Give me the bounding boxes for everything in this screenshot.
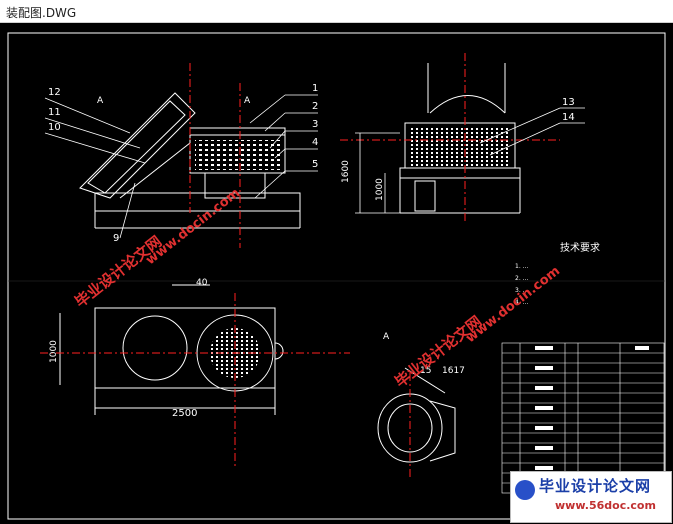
watermark-url-1: www.docin.com (143, 186, 243, 269)
part-number-11: 11 (48, 107, 61, 118)
window-titlebar: 装配图.DWG (0, 0, 673, 23)
view-label-a-2: A (244, 96, 251, 106)
part-number-3: 3 (312, 119, 318, 130)
watermark-url-2: www.docin.com (463, 264, 563, 347)
part-number-4: 4 (312, 137, 318, 148)
footer-url: www.56doc.com (555, 499, 656, 512)
dimension-1000-plan: 1000 (49, 340, 59, 363)
cad-drawing-canvas[interactable]: 1 2 3 4 5 12 11 10 9 A A 13 14 1600 1000… (0, 23, 673, 524)
part-number-16-17: 1617 (442, 366, 465, 376)
tech-requirements-title: 技术要求 (560, 241, 600, 254)
part-number-5: 5 (312, 159, 318, 170)
window-title: 装配图.DWG (6, 6, 77, 20)
watermark-cn-2: 毕业设计论文网 (391, 312, 485, 391)
part-number-12: 12 (48, 87, 61, 98)
view-label-a-section: A (383, 332, 390, 342)
part-number-14: 14 (562, 112, 575, 123)
logo-badge-icon (515, 480, 535, 500)
dimension-2500: 2500 (172, 408, 197, 419)
part-number-1: 1 (312, 83, 318, 94)
part-number-10: 10 (48, 122, 61, 133)
dimension-1000-side: 1000 (375, 178, 385, 201)
part-number-2: 2 (312, 101, 318, 112)
part-number-9: 9 (113, 233, 119, 244)
tech-line-1: 1. ... (515, 263, 528, 270)
footer-brand: 毕业设计论文网 (539, 477, 652, 495)
section-a-view (377, 367, 456, 463)
dimension-1600: 1600 (341, 160, 351, 183)
footer-logo: 毕业设计论文网 www.56doc.com (510, 471, 672, 523)
dimension-40: 40 (196, 278, 208, 288)
watermark-group: 毕业设计论文网 www.docin.com 毕业设计论文网 www.docin.… (71, 186, 563, 392)
drawing-svg: 1 2 3 4 5 12 11 10 9 A A 13 14 1600 1000… (7, 32, 666, 520)
watermark-cn-1: 毕业设计论文网 (71, 232, 165, 311)
part-number-13: 13 (562, 97, 575, 108)
view-label-a: A (97, 96, 104, 106)
tech-line-2: 2. ... (515, 275, 528, 282)
